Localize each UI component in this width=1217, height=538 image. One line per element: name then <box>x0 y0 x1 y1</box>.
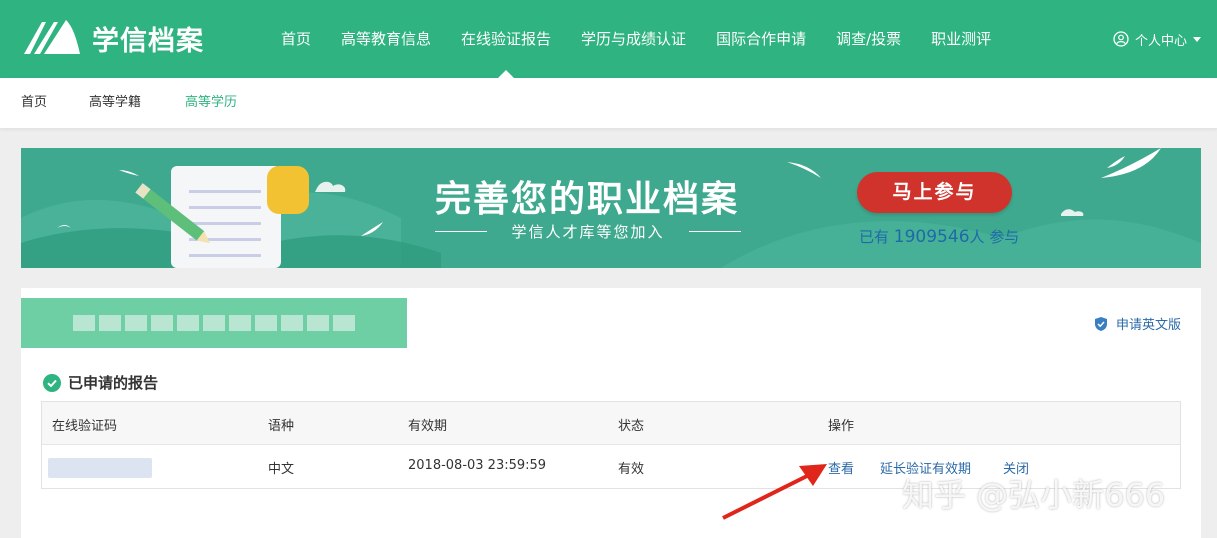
subnav-item-home[interactable]: 首页 <box>21 78 47 128</box>
apply-english-version-link[interactable]: 申请英文版 <box>1094 314 1181 333</box>
sub-nav: 首页 高等学籍 高等学历 <box>0 78 1217 129</box>
banner-title: 完善您的职业档案 <box>435 178 740 220</box>
nav-item-survey[interactable]: 调查/投票 <box>821 0 916 78</box>
joined-suffix: 人 参与 <box>969 228 1020 246</box>
main-nav: 首页 高等教育信息 在线验证报告 学历与成绩认证 国际合作申请 调查/投票 职业… <box>266 0 1006 78</box>
redacted-name-strip <box>21 298 407 348</box>
join-now-button[interactable]: 马上参与 <box>857 172 1012 213</box>
brand-name: 学信档案 <box>92 25 204 57</box>
row-language: 中文 <box>268 462 295 477</box>
joined-count-text: 已有 1909546人 参与 <box>859 226 1019 247</box>
site-logo[interactable]: 学信档案 <box>20 18 204 58</box>
header-actions: 操作 <box>828 419 855 434</box>
section-title-text: 已申请的报告 <box>68 374 159 392</box>
table-header: 在线验证码 语种 有效期 状态 操作 <box>42 402 1180 445</box>
nav-item-career-test[interactable]: 职业测评 <box>916 0 1006 78</box>
nav-item-higher-edu-info[interactable]: 高等教育信息 <box>326 0 446 78</box>
row-status: 有效 <box>618 462 645 477</box>
banner-subtitle: 学信人才库等您加入 <box>435 221 741 242</box>
user-icon <box>1113 31 1129 47</box>
row-expiry: 2018-08-03 23:59:59 <box>408 458 547 473</box>
watermark-text: 知乎 @弘小新666 <box>902 476 1166 514</box>
header-expiry: 有效期 <box>408 419 448 434</box>
joined-prefix: 已有 <box>859 228 890 246</box>
red-arrow-annotation <box>722 464 827 520</box>
joined-count: 1909546 <box>893 227 970 247</box>
header-status: 状态 <box>618 419 645 434</box>
apply-english-label: 申请英文版 <box>1115 318 1181 333</box>
logo-icon <box>24 20 80 54</box>
header-language: 语种 <box>268 419 295 434</box>
career-profile-banner[interactable]: 完善您的职业档案 学信人才库等您加入 马上参与 已有 1909546人 参与 <box>21 148 1201 268</box>
nav-item-home[interactable]: 首页 <box>266 0 326 78</box>
chevron-down-icon <box>1193 36 1201 42</box>
top-navbar: 学信档案 首页 高等教育信息 在线验证报告 学历与成绩认证 国际合作申请 调查/… <box>0 0 1217 78</box>
user-center-label: 个人中心 <box>1134 33 1187 49</box>
subnav-item-higher-enrollment[interactable]: 高等学籍 <box>89 78 141 128</box>
header-verification-code: 在线验证码 <box>52 419 118 434</box>
user-center-menu[interactable]: 个人中心 <box>1113 0 1201 78</box>
redacted-text <box>73 315 359 331</box>
nav-item-international[interactable]: 国际合作申请 <box>701 0 821 78</box>
redacted-verification-code <box>48 458 152 478</box>
check-circle-icon <box>43 373 61 392</box>
subnav-item-higher-degree[interactable]: 高等学历 <box>185 78 237 128</box>
nav-item-degree-certification[interactable]: 学历与成绩认证 <box>566 0 701 78</box>
nav-item-online-verification[interactable]: 在线验证报告 <box>446 0 566 78</box>
shield-check-icon <box>1094 316 1107 331</box>
section-title: 已申请的报告 <box>43 372 158 393</box>
